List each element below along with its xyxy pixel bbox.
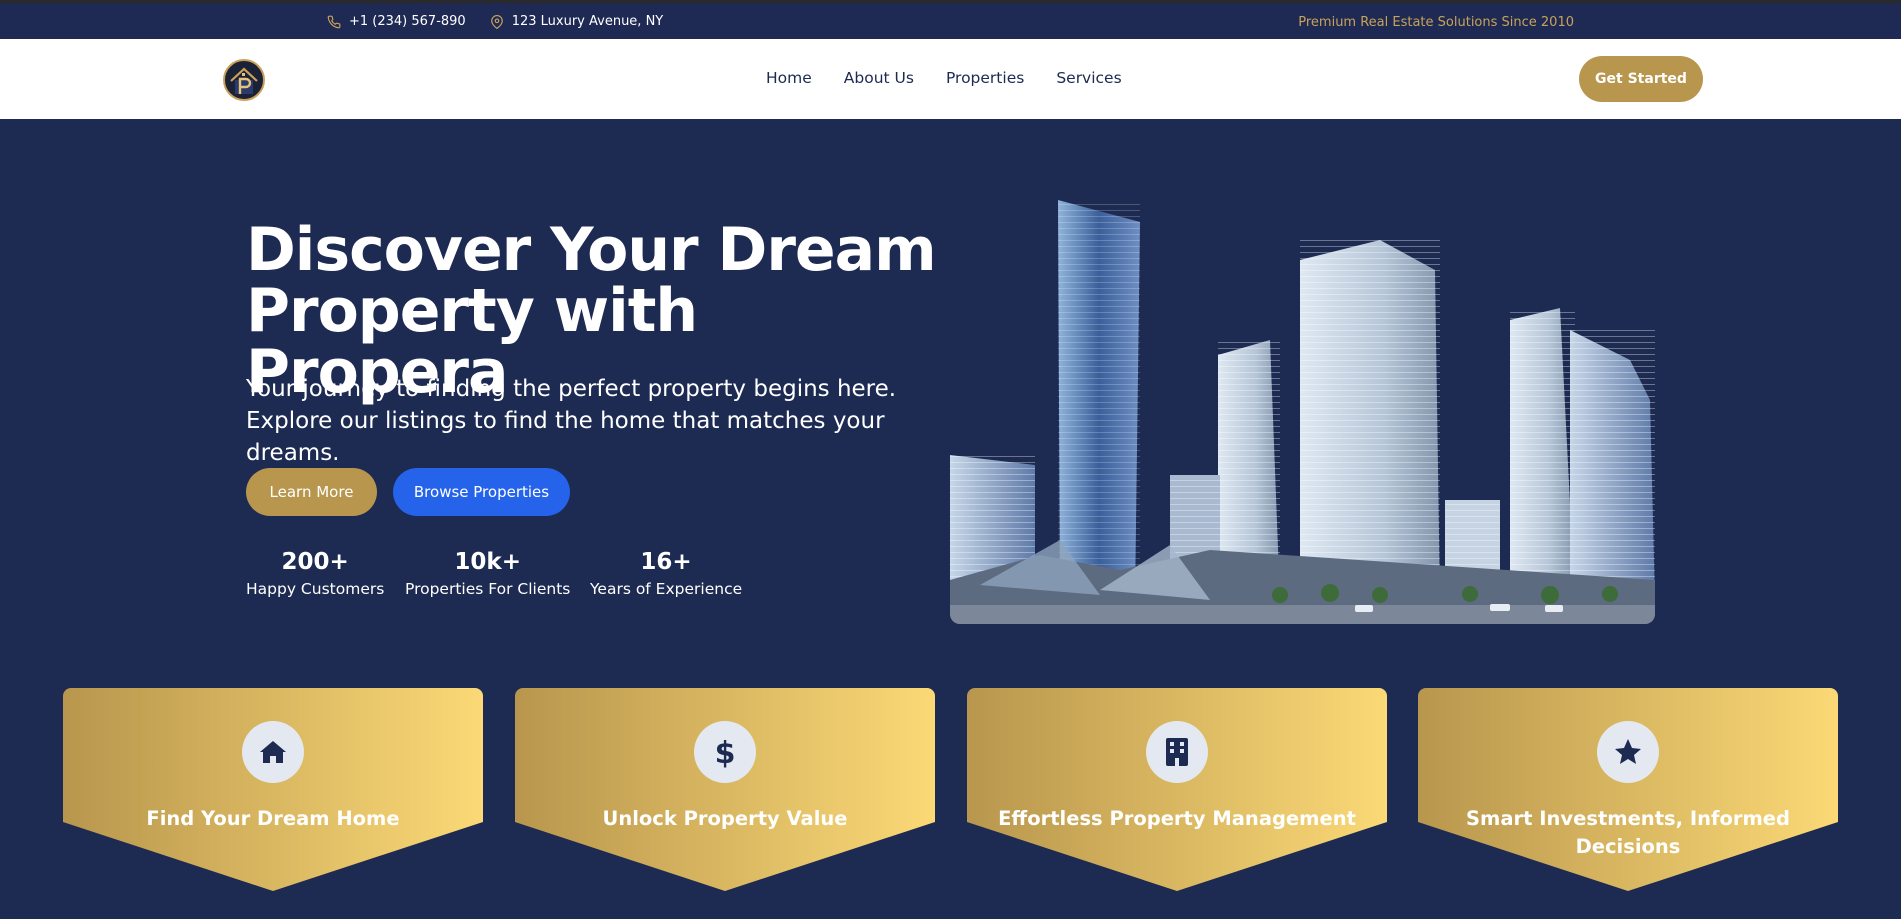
top-info-bar: +1 (234) 567-890 123 Luxury Avenue, NY P… [0,0,1901,39]
stat-properties: 10k+ Properties For Clients [405,549,570,598]
feature-card-dream-home[interactable]: Find Your Dream Home [63,688,483,891]
learn-more-button[interactable]: Learn More [246,468,377,516]
feature-card-management[interactable]: Effortless Property Management [967,688,1387,891]
dollar-icon: $ [715,736,736,768]
browse-properties-button[interactable]: Browse Properties [393,468,570,516]
feature-title: Effortless Property Management [998,807,1356,830]
star-icon [1615,739,1641,764]
icon-circle [1597,721,1659,783]
feature-title: Unlock Property Value [602,807,848,830]
phone-number: +1 (234) 567-890 [349,14,466,29]
hero-title-line1: Discover Your Dream [246,215,937,285]
phone-icon [327,15,341,28]
stat-customers: 200+ Happy Customers [246,549,384,598]
main-navbar: Home About Us Properties Services Get St… [0,39,1901,119]
feature-title: Smart Investments, Informed Decisions [1466,807,1790,858]
building-icon [1166,738,1188,766]
icon-circle [242,721,304,783]
nav-item-home[interactable]: Home [766,69,812,87]
address-item: 123 Luxury Avenue, NY [490,14,664,29]
nav-item-properties[interactable]: Properties [946,69,1024,87]
get-started-button[interactable]: Get Started [1579,56,1703,102]
feature-card-property-value[interactable]: $ Unlock Property Value [515,688,935,891]
map-pin-icon [490,14,503,29]
nav-item-services[interactable]: Services [1056,69,1121,87]
nav-menu: Home About Us Properties Services [766,69,1154,87]
feature-card-investments[interactable]: Smart Investments, Informed Decisions [1418,688,1838,891]
nav-item-about[interactable]: About Us [844,69,914,87]
phone-item[interactable]: +1 (234) 567-890 [327,14,466,29]
contact-info: +1 (234) 567-890 123 Luxury Avenue, NY [327,14,687,29]
icon-circle [1146,721,1208,783]
address-text: 123 Luxury Avenue, NY [511,14,664,29]
stat-label: Properties For Clients [405,580,571,598]
feature-title: Find Your Dream Home [146,807,400,830]
stat-label: Years of Experience [590,580,743,598]
icon-circle: $ [694,721,756,783]
stat-experience: 16+ Years of Experience [590,549,742,598]
logo[interactable] [223,59,265,101]
logo-icon [230,67,258,94]
tagline: Premium Real Estate Solutions Since 2010 [1298,15,1574,30]
stat-value: 16+ [640,549,692,575]
hero-skyline-image [950,200,1655,624]
home-icon [260,741,286,763]
svg-text:$: $ [715,736,736,768]
hero-subtitle: Your journey to finding the perfect prop… [246,376,897,466]
stat-value: 10k+ [454,549,521,575]
stat-label: Happy Customers [246,580,385,598]
stat-value: 200+ [281,549,349,575]
